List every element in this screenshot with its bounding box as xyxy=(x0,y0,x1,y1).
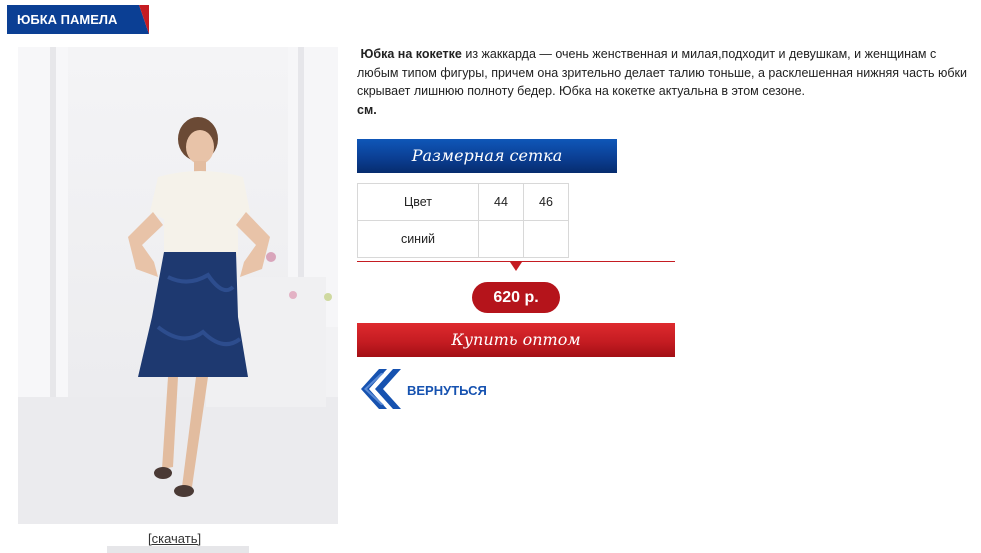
download-link[interactable]: [скачать] xyxy=(148,531,201,546)
size-table-cell: 46 xyxy=(523,183,569,221)
double-chevron-left-icon[interactable] xyxy=(357,367,401,411)
description-line-2: любым типом фигуры, причем она зрительно… xyxy=(357,65,967,80)
thumbnail-image[interactable] xyxy=(107,546,249,553)
description-bold-lead: Юбка на кокетке xyxy=(360,47,462,61)
size-table-quantity-cell[interactable] xyxy=(523,220,569,258)
title-corner-decoration xyxy=(131,5,149,34)
description-line-3: скрывает лишнюю полноту бедер. Юбка на к… xyxy=(357,84,806,98)
buy-wholesale-button[interactable]: Купить оптом xyxy=(357,323,675,357)
price-pointer xyxy=(510,262,522,271)
size-table-cell: синий xyxy=(357,220,479,258)
description-line-4: см. xyxy=(357,101,981,120)
price-badge: 620 р. xyxy=(472,282,560,313)
description-unit: см. xyxy=(357,102,377,117)
size-table-row: синий xyxy=(357,220,569,258)
product-description: Юбка на кокетке из жаккарда — очень женс… xyxy=(357,45,981,119)
description-line-1: Юбка на кокетке из жаккарда — очень женс… xyxy=(357,45,981,64)
size-table: Цвет 44 46 синий xyxy=(357,183,569,258)
size-table-cell: 44 xyxy=(478,183,524,221)
size-table-header-row: Цвет 44 46 xyxy=(357,183,569,221)
product-title: ЮБКА ПАМЕЛА xyxy=(7,5,131,34)
product-photo xyxy=(18,47,338,524)
back-link[interactable]: ВЕРНУТЬСЯ xyxy=(407,383,487,398)
size-grid-banner: Размерная сетка xyxy=(357,139,617,173)
size-table-cell: Цвет xyxy=(357,183,479,221)
size-table-quantity-cell[interactable] xyxy=(478,220,524,258)
description-line-1-rest: из жаккарда — очень женственная и милая,… xyxy=(461,47,937,61)
